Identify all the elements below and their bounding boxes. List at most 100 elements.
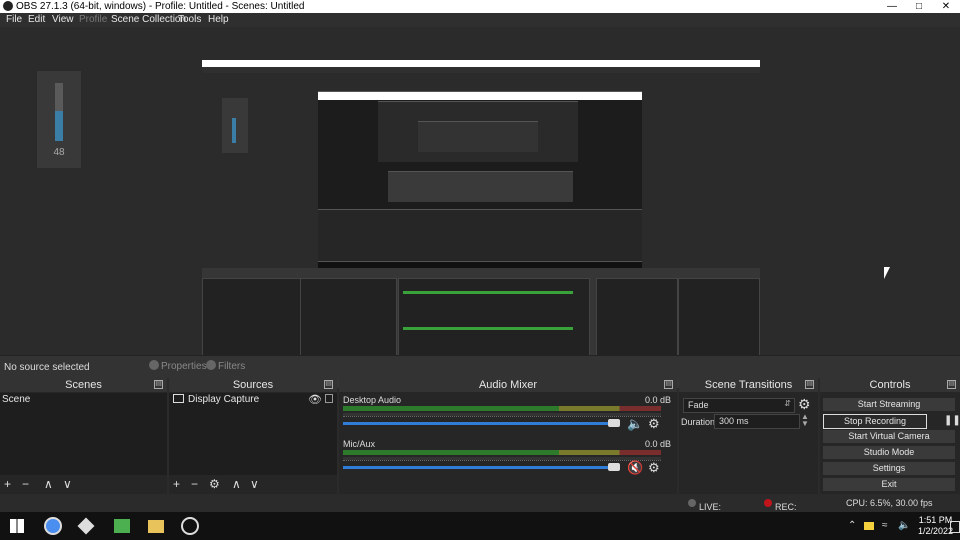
nested-transitions-panel	[596, 278, 678, 356]
remove-scene-button[interactable]: −	[22, 477, 29, 491]
live-status: LIVE: 00:00:00	[688, 498, 734, 522]
menu-help[interactable]: Help	[208, 14, 229, 25]
nested-title-bar	[202, 60, 760, 67]
properties-label: Properties	[161, 361, 207, 372]
volume-slider-handle[interactable]	[608, 419, 620, 427]
settings-button[interactable]: Settings	[823, 462, 955, 475]
nested-capture	[202, 60, 760, 388]
start-streaming-button[interactable]: Start Streaming	[823, 398, 955, 411]
menu-file[interactable]: File	[6, 14, 22, 25]
roblox-icon[interactable]	[77, 517, 95, 535]
channel-db: 0.0 dB	[644, 439, 671, 449]
no-source-label: No source selected	[4, 362, 90, 373]
scenes-dock: Scenes ▤ Scene + − ∧ ∨	[0, 378, 167, 494]
preview-canvas[interactable]: 48	[0, 27, 960, 388]
speaker-icon[interactable]: 🔈	[627, 416, 643, 432]
menu-edit[interactable]: Edit	[28, 14, 45, 25]
windows-start-icon[interactable]	[10, 519, 24, 533]
audio-mixer-title: Audio Mixer	[478, 379, 538, 391]
eye-icon[interactable]: 👁	[308, 393, 322, 406]
menu-profile[interactable]: Profile	[79, 14, 107, 25]
popout-icon[interactable]: ▤	[154, 380, 163, 389]
popout-icon[interactable]: ▤	[664, 380, 673, 389]
nested-controls-panel	[678, 278, 760, 356]
obs-logo-icon	[3, 1, 13, 11]
file-explorer-icon[interactable]	[148, 520, 164, 533]
source-properties-button[interactable]: ⚙	[209, 477, 220, 491]
window-title: OBS 27.1.3 (64-bit, windows) - Profile: …	[16, 1, 305, 12]
menu-scene-collection[interactable]: Scene Collection	[111, 14, 186, 25]
level-meter	[343, 450, 661, 455]
duration-value: 300 ms	[719, 416, 749, 426]
taskbar-clock[interactable]: 1:51 PM 1/2/2022	[918, 515, 953, 537]
volume-slider[interactable]	[343, 466, 619, 469]
transition-select[interactable]: Fade ⇵	[683, 398, 795, 413]
duration-field[interactable]: 300 ms	[714, 414, 800, 429]
level-meter	[343, 406, 661, 411]
chevron-up-icon[interactable]: ⌃	[848, 520, 856, 531]
menu-tools[interactable]: Tools	[178, 14, 201, 25]
filters-button[interactable]: Filters	[206, 360, 245, 372]
gear-icon[interactable]: ⚙	[648, 460, 660, 476]
pause-recording-button[interactable]: ❚❚	[944, 414, 960, 427]
wifi-icon[interactable]: ≈	[882, 520, 888, 531]
move-up-button[interactable]: ∧	[44, 477, 53, 491]
volume-slider[interactable]	[343, 422, 619, 425]
volume-widget: 48	[36, 70, 82, 169]
transitions-title: Scene Transitions	[704, 379, 793, 391]
clock-date: 1/2/2022	[918, 526, 954, 536]
popout-icon[interactable]: ▤	[805, 380, 814, 389]
properties-button[interactable]: Properties	[149, 360, 207, 372]
source-item[interactable]: Display Capture	[173, 394, 259, 405]
volume-tray-icon[interactable]: 🔈	[898, 520, 910, 531]
rec-icon	[764, 499, 772, 507]
exit-button[interactable]: Exit	[823, 478, 955, 491]
transition-selected: Fade	[688, 400, 709, 410]
minimize-button[interactable]: —	[880, 0, 904, 13]
duration-spinner[interactable]: ▲ ▼	[801, 413, 809, 428]
remove-source-button[interactable]: −	[191, 477, 198, 491]
move-up-button[interactable]: ∧	[232, 477, 241, 491]
select-arrows-icon: ⇵	[784, 399, 791, 408]
app-icon[interactable]	[114, 519, 130, 533]
gear-icon[interactable]: ⚙	[648, 416, 660, 432]
gear-icon[interactable]: ⚙	[798, 396, 811, 413]
close-button[interactable]: ✕	[934, 0, 958, 13]
mic-aux-channel: Mic/Aux 0.0 dB 🔇 ⚙	[339, 438, 677, 480]
muted-speaker-icon[interactable]: 🔇	[627, 460, 643, 476]
maximize-button[interactable]: □	[907, 0, 931, 13]
lock-icon[interactable]	[325, 394, 333, 403]
scenes-list: Scene	[0, 393, 167, 475]
filter-icon	[206, 360, 216, 370]
stop-recording-button[interactable]: Stop Recording	[823, 414, 927, 429]
notifications-icon[interactable]	[950, 521, 960, 533]
obs-taskbar-icon[interactable]	[181, 517, 199, 535]
channel-name: Mic/Aux	[343, 439, 376, 449]
sources-toolbar: + − ⚙ ∧ ∨	[169, 476, 337, 494]
monitor-icon	[173, 394, 184, 403]
move-down-button[interactable]: ∨	[250, 477, 259, 491]
filters-label: Filters	[218, 361, 246, 372]
add-source-button[interactable]: +	[173, 477, 180, 491]
popout-icon[interactable]: ▤	[947, 380, 956, 389]
chrome-icon[interactable]	[44, 517, 62, 535]
start-virtual-camera-button[interactable]: Start Virtual Camera	[823, 430, 955, 443]
volume-slider-handle[interactable]	[608, 463, 620, 471]
nested-preview	[202, 73, 760, 276]
desktop-audio-channel: Desktop Audio 0.0 dB 🔈 ⚙	[339, 394, 677, 436]
scenes-title: Scenes	[65, 379, 102, 391]
controls-title: Controls	[869, 379, 911, 391]
move-down-button[interactable]: ∨	[63, 477, 72, 491]
scene-item[interactable]: Scene	[2, 394, 30, 405]
scene-transitions-dock: Scene Transitions ▤ Fade ⇵ ⚙ Duration 300 …	[679, 378, 818, 494]
menu-view[interactable]: View	[52, 14, 74, 25]
cpu-status: CPU: 6.5%, 30.00 fps	[846, 498, 933, 508]
popout-icon[interactable]: ▤	[324, 380, 333, 389]
audio-mixer-dock: Audio Mixer ▤ Desktop Audio 0.0 dB 🔈 ⚙ Mi…	[339, 378, 677, 494]
clock-time: 1:51 PM	[918, 515, 953, 525]
nested-volume-widget	[222, 98, 248, 153]
notification-icon[interactable]	[864, 522, 874, 530]
title-bar: OBS 27.1.3 (64-bit, windows) - Profile: …	[0, 0, 960, 13]
add-scene-button[interactable]: +	[4, 477, 11, 491]
studio-mode-button[interactable]: Studio Mode	[823, 446, 955, 459]
